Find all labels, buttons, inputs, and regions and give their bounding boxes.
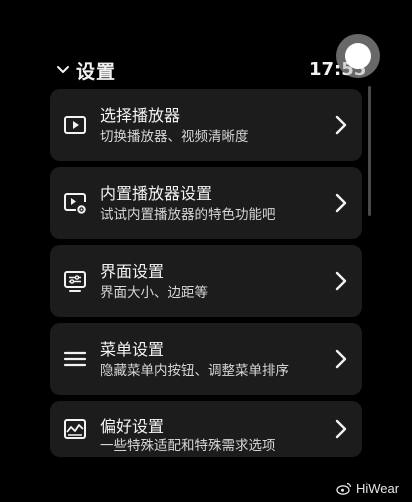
menu-item-title: 界面设置: [100, 262, 165, 281]
page-title: 设置: [76, 60, 117, 83]
watermark: HiWear: [336, 478, 399, 498]
menu-item-title: 偏好设置: [100, 417, 165, 436]
menu-item-subtitle: 一些特殊适配和特殊需求选项: [100, 438, 276, 454]
chevron-right-icon: [335, 419, 347, 439]
player-settings-icon: [64, 193, 86, 214]
chevron-right-icon: [335, 193, 347, 213]
menu-item-preference-settings[interactable]: 偏好设置 一些特殊适配和特殊需求选项: [50, 401, 362, 457]
menu-item-select-player[interactable]: 选择播放器 切换播放器、视频清晰度: [50, 89, 362, 161]
scrollbar[interactable]: [368, 86, 371, 216]
chevron-right-icon: [335, 115, 347, 135]
play-icon: [64, 116, 86, 134]
chevron-down-icon: [57, 66, 69, 73]
menu-item-title: 内置播放器设置: [100, 184, 213, 203]
menu-item-subtitle: 界面大小、边距等: [100, 285, 208, 301]
menu-item-menu-settings[interactable]: 菜单设置 隐藏菜单内按钮、调整菜单排序: [50, 323, 362, 395]
floating-assistive-button[interactable]: [336, 34, 380, 78]
menu-icon: [63, 351, 87, 367]
menu-item-interface-settings[interactable]: 界面设置 界面大小、边距等: [50, 245, 362, 317]
preference-icon: [64, 419, 86, 439]
weibo-logo-icon: [336, 482, 352, 495]
menu-item-title: 菜单设置: [100, 340, 165, 359]
watermark-text: HiWear: [356, 480, 400, 496]
menu-item-subtitle: 隐藏菜单内按钮、调整菜单排序: [100, 363, 289, 379]
menu-item-builtin-player-settings[interactable]: 内置播放器设置 试试内置播放器的特色功能吧: [50, 167, 362, 239]
menu-item-subtitle: 试试内置播放器的特色功能吧: [100, 207, 276, 223]
chevron-right-icon: [335, 349, 347, 369]
chevron-right-icon: [335, 271, 347, 291]
floating-button-dot: [345, 43, 371, 69]
interface-icon: [64, 271, 86, 292]
menu-item-subtitle: 切换播放器、视频清晰度: [100, 129, 249, 145]
page-header[interactable]: 设置: [56, 56, 116, 84]
menu-item-title: 选择播放器: [100, 106, 181, 125]
